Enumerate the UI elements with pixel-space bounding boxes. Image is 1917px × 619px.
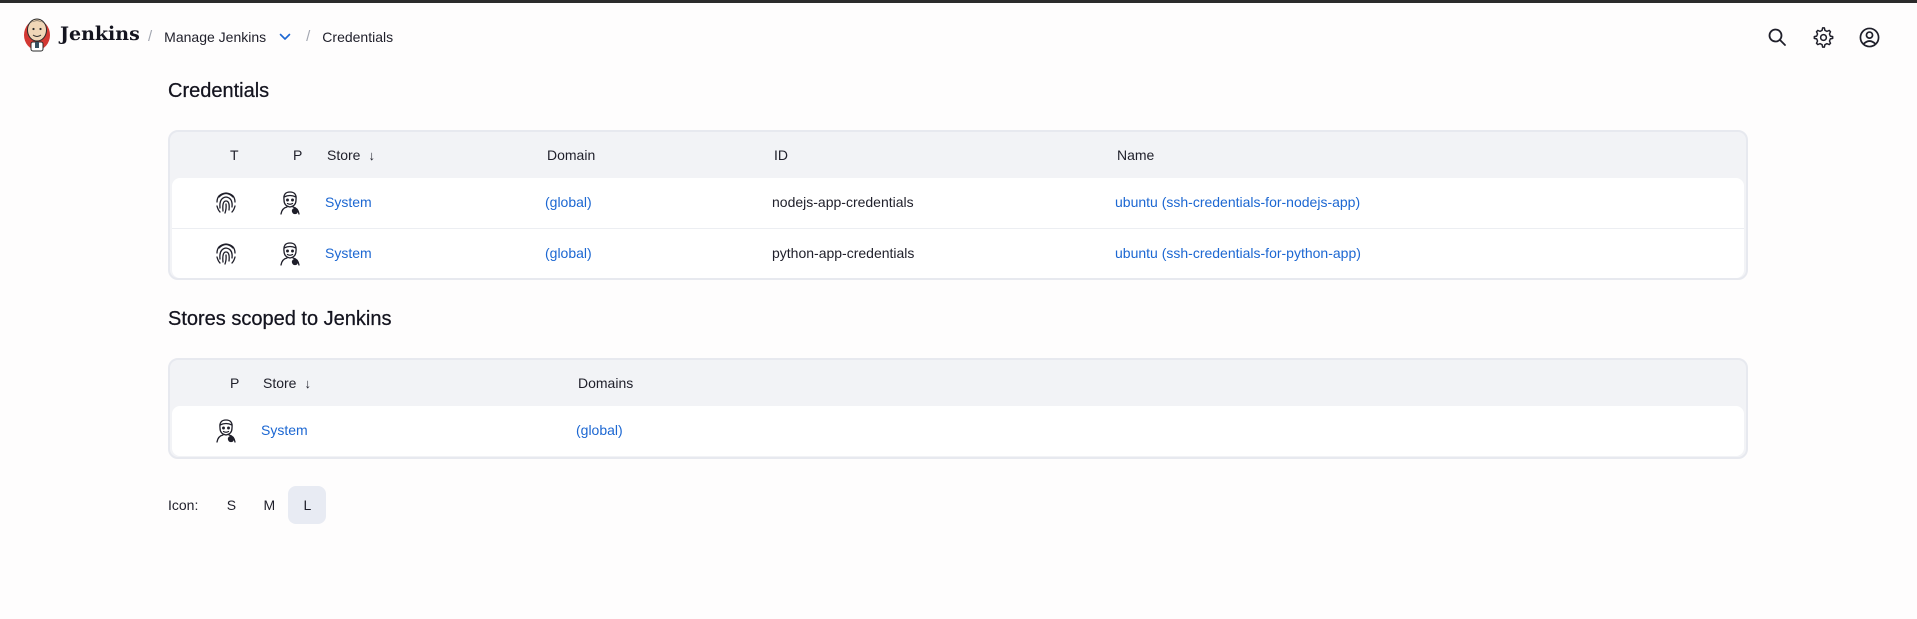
breadcrumb-separator: / (306, 28, 311, 45)
credential-id: python-app-credentials (772, 245, 915, 261)
chevron-down-icon[interactable] (278, 30, 292, 44)
credential-name-link[interactable]: ubuntu (ssh-credentials-for-nodejs-app) (1115, 194, 1360, 210)
credential-id: nodejs-app-credentials (772, 194, 914, 210)
jenkins-head-icon (216, 419, 236, 443)
domain-link[interactable]: (global) (545, 245, 592, 261)
store-link[interactable]: System (325, 245, 372, 261)
credential-name-link[interactable]: ubuntu (ssh-credentials-for-python-app) (1115, 245, 1361, 261)
stores-table: P Store ↓ Domains System (global) (168, 358, 1748, 459)
column-header-name[interactable]: Name (1117, 147, 1154, 163)
brand-name: Jenkins (60, 23, 140, 45)
table-row: System (global) python-app-credentials u… (172, 228, 1744, 278)
credentials-title: Credentials (168, 80, 270, 102)
table-header: P Store ↓ Domains (172, 360, 1744, 406)
domain-link[interactable]: (global) (545, 194, 592, 210)
column-header-store[interactable]: Store ↓ (327, 147, 375, 163)
icon-size-small[interactable]: S (212, 486, 250, 524)
user-icon (1859, 27, 1879, 47)
column-header-store[interactable]: Store ↓ (263, 375, 311, 391)
column-header-id[interactable]: ID (774, 147, 788, 163)
jenkins-home-link[interactable]: Jenkins (22, 15, 140, 53)
fingerprint-icon (216, 243, 236, 265)
breadcrumb: / Manage Jenkins / Credentials (148, 28, 393, 45)
column-header-store-label: Store (263, 375, 297, 391)
store-link[interactable]: System (325, 194, 372, 210)
user-menu-button[interactable] (1857, 25, 1881, 49)
column-header-type: T (230, 147, 239, 163)
search-icon (1768, 28, 1786, 46)
icon-size-selector: Icon: S M L (168, 486, 327, 524)
gear-icon (1813, 26, 1833, 48)
domains-link[interactable]: (global) (576, 422, 623, 438)
fingerprint-icon (216, 192, 236, 214)
icon-size-large[interactable]: L (288, 486, 327, 524)
table-row: System (global) nodejs-app-credentials u… (172, 178, 1744, 228)
manage-jenkins-button[interactable] (1811, 25, 1835, 49)
column-header-store-label: Store (327, 147, 361, 163)
table-header: T P Store ↓ Domain ID Name (172, 132, 1744, 178)
jenkins-logo-icon (24, 18, 50, 52)
column-header-domains[interactable]: Domains (578, 375, 633, 391)
jenkins-head-icon (280, 191, 300, 215)
credentials-table: T P Store ↓ Domain ID Name System (globa… (168, 130, 1748, 280)
breadcrumb-credentials[interactable]: Credentials (322, 29, 393, 45)
table-body: System (global) nodejs-app-credentials u… (172, 178, 1744, 278)
icon-size-medium[interactable]: M (250, 486, 288, 524)
table-row: System (global) (172, 406, 1744, 456)
sort-arrow-down-icon: ↓ (304, 376, 311, 391)
header-actions (1765, 25, 1881, 49)
jenkins-head-icon (280, 242, 300, 266)
stores-title: Stores scoped to Jenkins (168, 308, 392, 330)
column-header-provider: P (230, 375, 240, 391)
breadcrumb-manage-jenkins[interactable]: Manage Jenkins (164, 29, 266, 45)
page-header: Jenkins / Manage Jenkins / Credentials (0, 3, 1917, 71)
search-button[interactable] (1765, 25, 1789, 49)
table-body: System (global) (172, 406, 1744, 456)
sort-arrow-down-icon: ↓ (368, 148, 375, 163)
breadcrumb-separator: / (148, 28, 153, 45)
store-link[interactable]: System (261, 422, 308, 438)
column-header-domain[interactable]: Domain (547, 147, 595, 163)
icon-size-label: Icon: (168, 497, 199, 513)
column-header-provider: P (293, 147, 303, 163)
